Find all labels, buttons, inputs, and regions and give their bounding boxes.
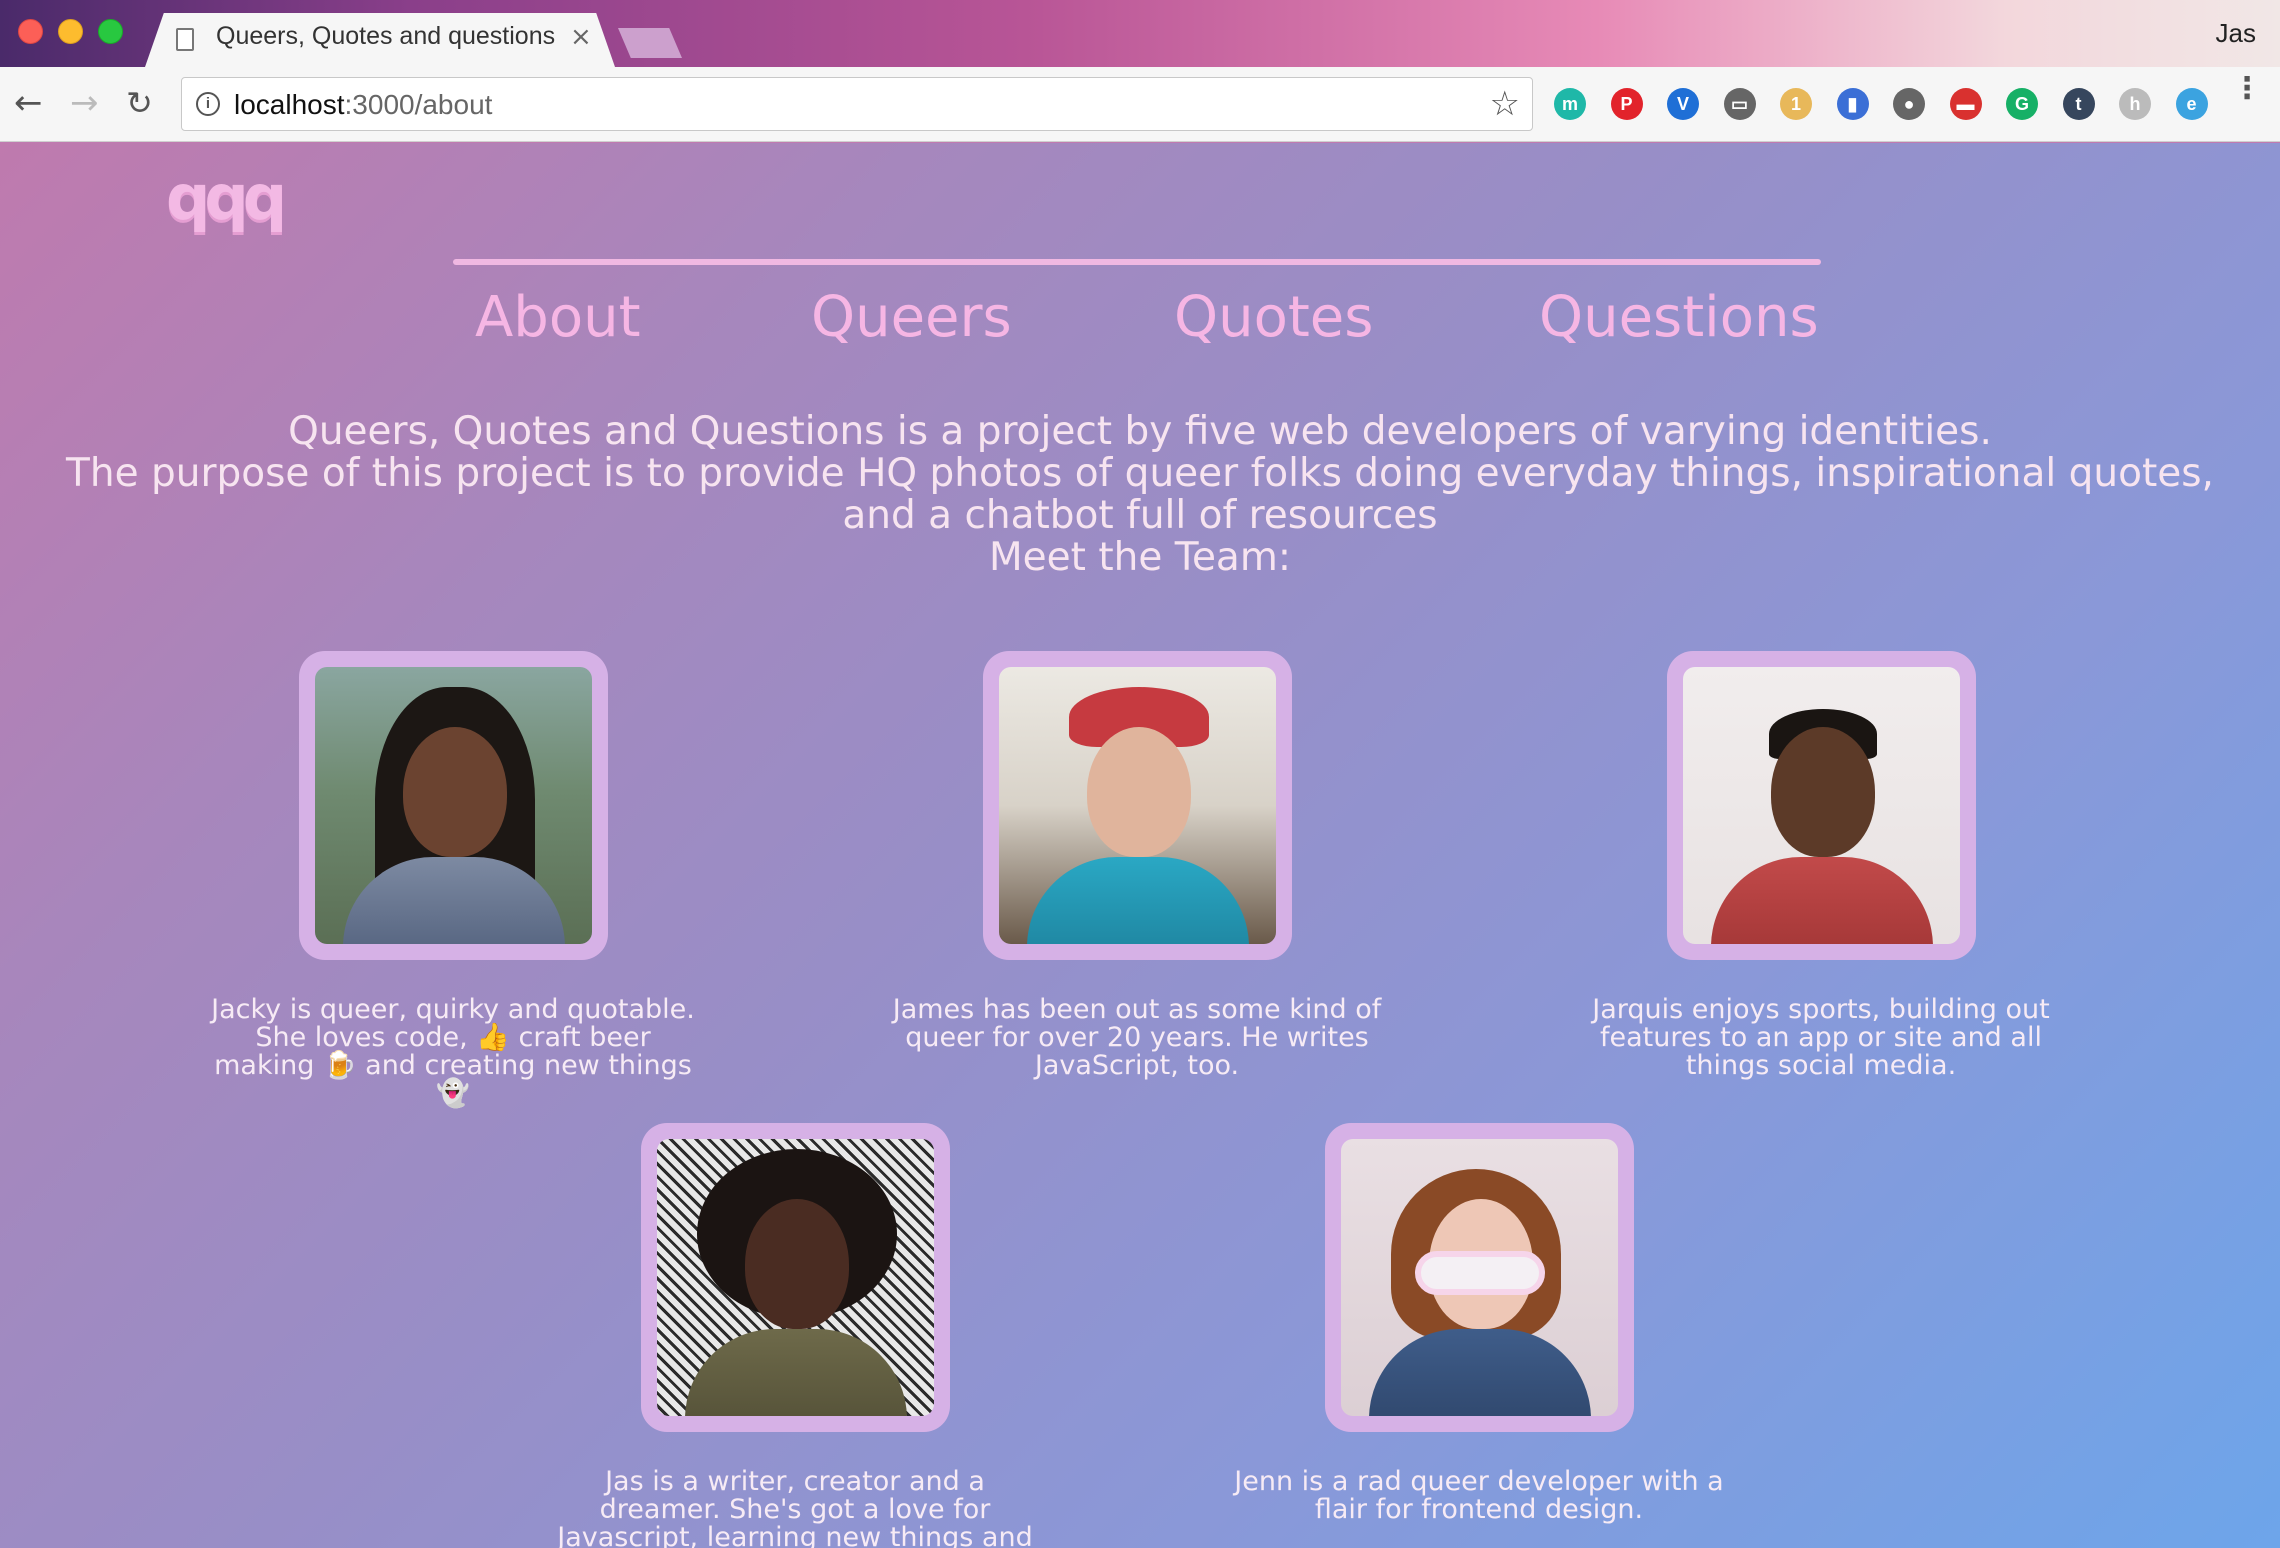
team-member-bio: Jarquis enjoys sports, building out feat… (1592, 994, 2050, 1081)
team-member-bio: James has been out as some kind of queer… (892, 994, 1382, 1081)
vimeo-icon[interactable]: V (1667, 88, 1699, 120)
team-member-bio: Jacky is queer, quirky and quotable. She… (211, 994, 695, 1109)
nav-link-about[interactable]: About (475, 285, 641, 350)
document-icon (176, 28, 194, 51)
back-arrow-icon[interactable]: ← (14, 85, 43, 121)
close-window-button[interactable] (18, 19, 43, 44)
cast-icon[interactable]: ▭ (1723, 88, 1756, 120)
team-member-card: Jarquis enjoys sports, building out feat… (1571, 651, 2071, 1080)
pocket-icon[interactable]: ▬ (1949, 88, 1982, 120)
page-content: qqq About Queers Quotes Questions Queers… (0, 143, 2280, 1548)
intro-heading-team: Meet the Team: (989, 535, 1291, 580)
nav-link-questions[interactable]: Questions (1539, 285, 1819, 350)
tumblr-icon[interactable]: t (2062, 88, 2095, 120)
photo-frame (1666, 651, 1976, 960)
bookmark-star-icon[interactable]: ☆ (1490, 84, 1520, 124)
about-intro: Queers, Quotes and Questions is a projec… (30, 411, 2250, 579)
hkey-icon[interactable]: h (2119, 88, 2151, 120)
photo-frame (1324, 1123, 1634, 1432)
grammarly-icon[interactable]: G (2006, 88, 2038, 120)
url-path: :3000/about (344, 89, 493, 120)
address-bar[interactable]: i localhost:3000/about ☆ (181, 77, 1533, 131)
reload-icon[interactable]: ↻ (126, 85, 153, 121)
tab-close-icon[interactable]: × (570, 22, 592, 52)
photo-frame (298, 651, 608, 960)
team-member-card: James has been out as some kind of queer… (887, 651, 1387, 1080)
team-member-bio: Jas is a writer, creator and a dreamer. … (557, 1466, 1033, 1548)
site-logo[interactable]: qqq (166, 161, 287, 234)
feedly-icon[interactable]: e (2175, 88, 2208, 120)
photo-frame (982, 651, 1292, 960)
intro-line-purpose: The purpose of this project is to provid… (66, 451, 2214, 538)
browser-title-bar: Queers, Quotes and questions × Jas (0, 0, 2280, 67)
photo-frame (640, 1123, 950, 1432)
intro-line-project: Queers, Quotes and Questions is a projec… (288, 409, 1992, 454)
nav-link-queers[interactable]: Queers (811, 285, 1012, 350)
tab-title[interactable]: Queers, Quotes and questions (216, 22, 555, 51)
info-icon[interactable]: i (196, 92, 220, 116)
profile-name[interactable]: Jas (2216, 18, 2256, 49)
nav-link-quotes[interactable]: Quotes (1174, 285, 1373, 350)
team-member-photo (998, 667, 1276, 944)
new-tab-button[interactable] (618, 28, 682, 58)
url-host: localhost (234, 89, 345, 120)
team-member-card: Jas is a writer, creator and a dreamer. … (545, 1123, 1045, 1548)
team-member-card: Jacky is queer, quirky and quotable. She… (203, 651, 703, 1108)
team-member-photo (1340, 1139, 1618, 1416)
bookmark-icon[interactable]: ▮ (1836, 88, 1869, 120)
sticky-notes-icon[interactable]: 1 (1780, 88, 1812, 120)
browser-toolbar: ← → ↻ i localhost:3000/about ☆ (0, 67, 2280, 142)
team-member-photo (656, 1139, 934, 1416)
pinterest-icon[interactable]: P (1610, 88, 1643, 120)
nav-divider (453, 259, 1821, 265)
minimize-window-button[interactable] (58, 19, 83, 44)
team-member-photo (1682, 667, 1960, 944)
team-member-bio: Jenn is a rad queer developer with a fla… (1234, 1466, 1724, 1525)
team-member-photo (314, 667, 592, 944)
forward-arrow-icon[interactable]: → (70, 85, 99, 121)
team-member-card: Jenn is a rad queer developer with a fla… (1229, 1123, 1729, 1524)
url-text[interactable]: localhost:3000/about (234, 89, 492, 121)
browser-menu-icon[interactable]: ⋮ (2232, 74, 2262, 104)
mercury-icon[interactable]: m (1554, 88, 1586, 120)
shield-icon[interactable]: ● (1893, 88, 1925, 120)
zoom-window-button[interactable] (98, 19, 123, 44)
